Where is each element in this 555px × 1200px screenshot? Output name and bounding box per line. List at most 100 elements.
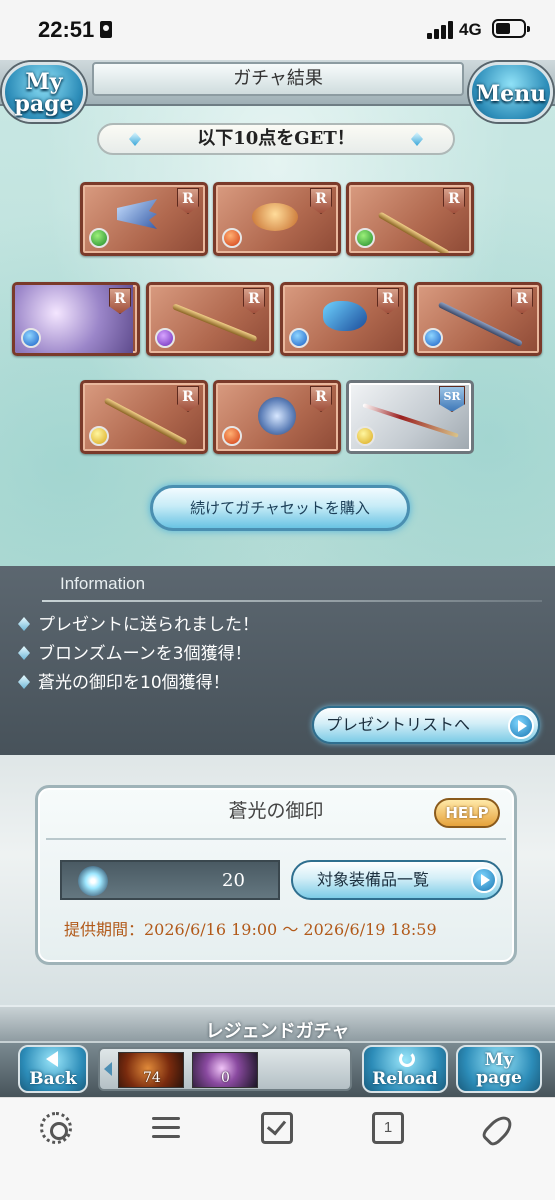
my-page-button[interactable]: My page: [2, 62, 86, 122]
information-text: プレゼントに送られました！: [38, 615, 259, 635]
item-strip[interactable]: 74 0: [98, 1047, 352, 1091]
item-card[interactable]: R: [213, 182, 341, 256]
present-list-button[interactable]: プレゼントリストへ: [312, 706, 540, 744]
light-element-icon: [89, 426, 109, 446]
status-bar: 22:51 4G: [0, 0, 555, 60]
item-card[interactable]: R: [213, 380, 341, 454]
rarity-badge: R: [243, 288, 265, 314]
buy-gacha-set-again-button[interactable]: 続けてガチャセットを購入: [150, 485, 410, 531]
rarity-badge: R: [511, 288, 533, 314]
item-card[interactable]: R: [346, 182, 474, 256]
arrow-right-icon: [471, 867, 497, 893]
rarity-badge: R: [443, 188, 465, 214]
staff-weapon-image: [377, 211, 450, 253]
bottom-my-page-label-1: My: [484, 1050, 514, 1070]
rarity-badge: R: [177, 386, 199, 412]
dark-element-icon: [155, 328, 175, 348]
blue-seal-icon: [78, 866, 108, 896]
rarity-badge: R: [310, 188, 332, 214]
reload-icon: [399, 1051, 415, 1067]
back-arrow-icon: [46, 1051, 58, 1067]
rarity-badge: R: [177, 188, 199, 214]
game-view: ガチャ結果 My page Menu 以下10点をGET！ R R R R R …: [0, 60, 555, 1097]
settings-gear-icon[interactable]: [40, 1112, 72, 1144]
seal-count-box: 20: [60, 860, 280, 900]
item-count: 0: [221, 1070, 230, 1086]
information-text: 蒼光の御印を10個獲得！: [38, 673, 230, 693]
battery-icon: [492, 19, 530, 38]
fire-element-icon: [222, 228, 242, 248]
menu-lines-icon[interactable]: [150, 1112, 182, 1144]
item-card[interactable]: SR: [346, 380, 474, 454]
water-element-icon: [289, 328, 309, 348]
blade-weapon-image: [323, 301, 367, 331]
item-card[interactable]: R: [80, 380, 208, 454]
target-equipment-label: 対象装備品一覧: [317, 870, 430, 889]
water-element-icon: [423, 328, 443, 348]
get-banner: 以下10点をGET！: [97, 123, 455, 155]
diamond-bullet-icon: [18, 675, 30, 689]
seal-section: 蒼光の御印 HELP 20 対象装備品一覧 提供期間：2026/6/16 19:…: [0, 755, 555, 1005]
diamond-bullet-icon: [18, 617, 30, 631]
seal-panel: 蒼光の御印 HELP 20 対象装備品一覧 提供期間：2026/6/16 19:…: [35, 785, 517, 965]
right-gem-icon: [411, 132, 423, 146]
rarity-badge: R: [310, 386, 332, 412]
my-page-label-2: page: [14, 91, 74, 117]
seal-count: 20: [222, 870, 245, 891]
menu-button[interactable]: Menu: [469, 62, 553, 122]
item-count: 74: [143, 1070, 161, 1086]
rarity-badge: SR: [439, 386, 465, 412]
item-thumbnail[interactable]: 0: [192, 1052, 258, 1088]
tabs-count-icon[interactable]: 1: [372, 1112, 404, 1144]
flail-weapon-image: [103, 397, 188, 446]
item-thumbnail[interactable]: 74: [118, 1052, 184, 1088]
bottom-my-page-button[interactable]: My page: [456, 1045, 542, 1093]
item-card[interactable]: R: [280, 282, 408, 356]
information-divider: [42, 600, 542, 602]
item-card[interactable]: R: [80, 182, 208, 256]
rifle-weapon-image: [171, 303, 258, 343]
browser-toolbar: 1: [0, 1097, 555, 1200]
network-type: 4G: [459, 20, 482, 39]
offer-period: 提供期間：2026/6/16 19:00 〜 2026/6/19 18:59: [64, 920, 437, 939]
legend-gacha-banner[interactable]: レジェンドガチャ: [0, 1005, 555, 1042]
bottom-my-page-label-2: page: [476, 1068, 522, 1088]
information-text: ブロンズムーンを3個獲得！: [38, 644, 252, 664]
legend-gacha-title: レジェンドガチャ: [205, 1021, 350, 1042]
item-card[interactable]: R: [12, 282, 140, 356]
wind-element-icon: [89, 228, 109, 248]
strip-left-arrow-icon[interactable]: [104, 1062, 112, 1076]
back-button[interactable]: Back: [18, 1045, 88, 1093]
target-equipment-list-button[interactable]: 対象装備品一覧: [291, 860, 503, 900]
light-element-icon: [355, 426, 375, 446]
item-card[interactable]: R: [414, 282, 542, 356]
seal-divider: [46, 838, 506, 840]
clock: 22:51: [38, 17, 95, 42]
information-heading: Information: [60, 574, 146, 593]
rocket-icon[interactable]: [482, 1112, 514, 1144]
back-label: Back: [29, 1069, 77, 1089]
reload-button[interactable]: Reload: [362, 1045, 448, 1093]
left-gem-icon: [129, 132, 141, 146]
game-bottom-bar: Back 74 0 Reload My page: [0, 1041, 555, 1097]
reload-label: Reload: [372, 1069, 438, 1089]
present-list-label: プレゼントリストへ: [326, 715, 471, 734]
contact-card-icon: [100, 21, 112, 38]
rarity-badge: R: [377, 288, 399, 314]
item-card[interactable]: R: [146, 282, 274, 356]
help-button[interactable]: HELP: [434, 798, 500, 828]
claw-weapon-image: [117, 199, 157, 229]
gacha-result-area: ガチャ結果 My page Menu 以下10点をGET！ R R R R R …: [0, 60, 555, 566]
staff-weapon-image: [437, 301, 524, 348]
arrow-right-icon: [508, 713, 534, 739]
axe-weapon-image: [258, 397, 296, 435]
signal-icon: [427, 21, 455, 39]
information-item: 蒼光の御印を10個獲得！: [18, 668, 230, 693]
page-title: ガチャ結果: [92, 62, 464, 96]
information-item: プレゼントに送られました！: [18, 610, 259, 635]
bowl-item-image: [252, 203, 298, 231]
information-item: ブロンズムーンを3個獲得！: [18, 639, 252, 664]
wind-element-icon: [355, 228, 375, 248]
checkbox-icon[interactable]: [261, 1112, 293, 1144]
diamond-bullet-icon: [18, 646, 30, 660]
